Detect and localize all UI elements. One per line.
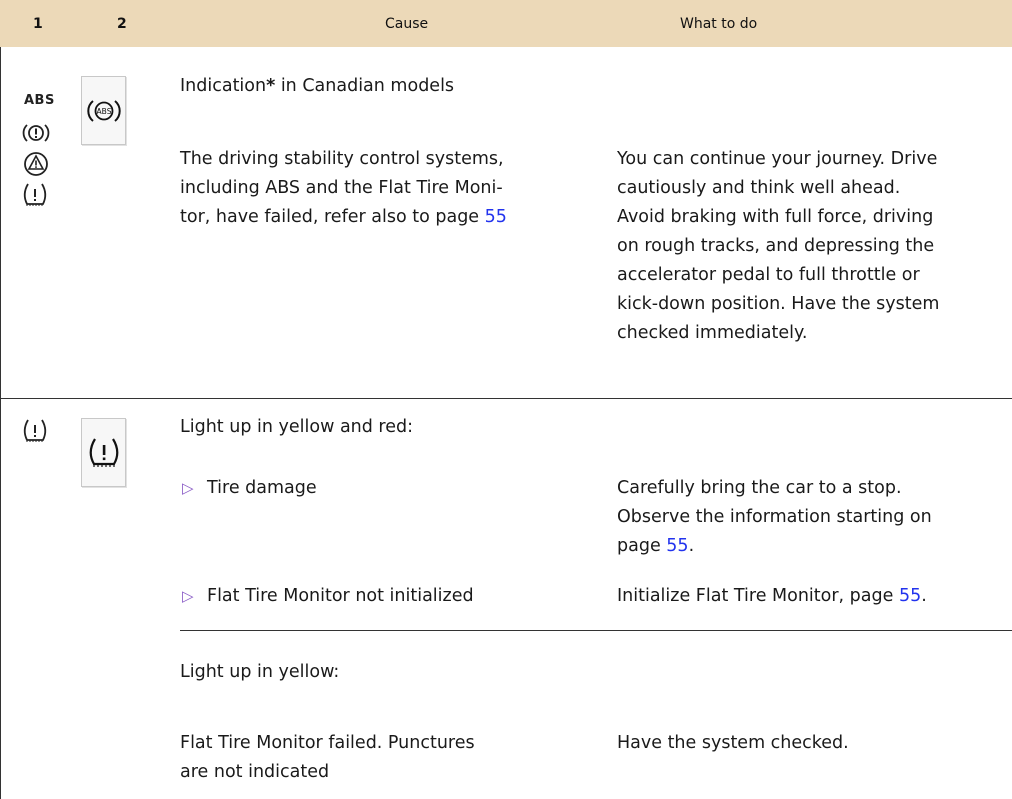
cause-column-header: Cause: [385, 16, 429, 32]
column-1-header: 1: [33, 16, 43, 32]
bullet1-cause: Tire damage: [207, 478, 317, 498]
subrow-divider: [180, 630, 1012, 631]
yellow-heading: Light up in yellow:: [180, 662, 340, 682]
tire-indicator-box: [81, 418, 126, 487]
abs-indicator-box: ABS: [81, 76, 126, 145]
asterisk: *: [266, 76, 276, 96]
yellow-cause: Flat Tire Monitor failed. Punctures are …: [180, 733, 475, 782]
page-link[interactable]: 55: [666, 536, 688, 556]
column-2-header: 2: [117, 16, 127, 32]
table-left-border: [0, 47, 1, 799]
cause-text-row1: The driving stability control systems, i…: [180, 149, 507, 227]
row-divider: [0, 398, 1012, 399]
stability-triangle-icon: [24, 152, 48, 176]
bullet-triangle-icon: ▷: [182, 479, 194, 497]
abs-icon: ABS: [86, 99, 121, 122]
yellow-what-to-do: Have the system checked.: [617, 733, 849, 753]
abs-icon: ABS: [24, 93, 55, 108]
indication-label: Indication* in Canadian models: [180, 76, 455, 96]
bullet-triangle-icon: ▷: [182, 587, 194, 605]
bullet2-cause: Flat Tire Monitor not initialized: [207, 586, 474, 606]
what-to-do-column-header: What to do: [680, 16, 758, 32]
bullet2-what-to-do: Initialize Flat Tire Monitor, page 55.: [617, 586, 927, 606]
tire-pressure-icon: [89, 437, 118, 467]
tire-pressure-icon: [23, 183, 47, 206]
tire-pressure-icon: [23, 419, 47, 442]
page-link[interactable]: 55: [485, 207, 507, 227]
table-header: 1 2 Cause What to do: [0, 0, 1012, 47]
svg-text:ABS: ABS: [96, 107, 111, 116]
page-link[interactable]: 55: [899, 586, 921, 606]
brake-warning-icon: [22, 124, 50, 142]
what-to-do-row1: You can continue your journey. Drive cau…: [617, 149, 940, 343]
yellow-red-heading: Light up in yellow and red:: [180, 417, 414, 437]
bullet1-what-to-do: Carefully bring the car to a stop. Obser…: [617, 478, 932, 556]
